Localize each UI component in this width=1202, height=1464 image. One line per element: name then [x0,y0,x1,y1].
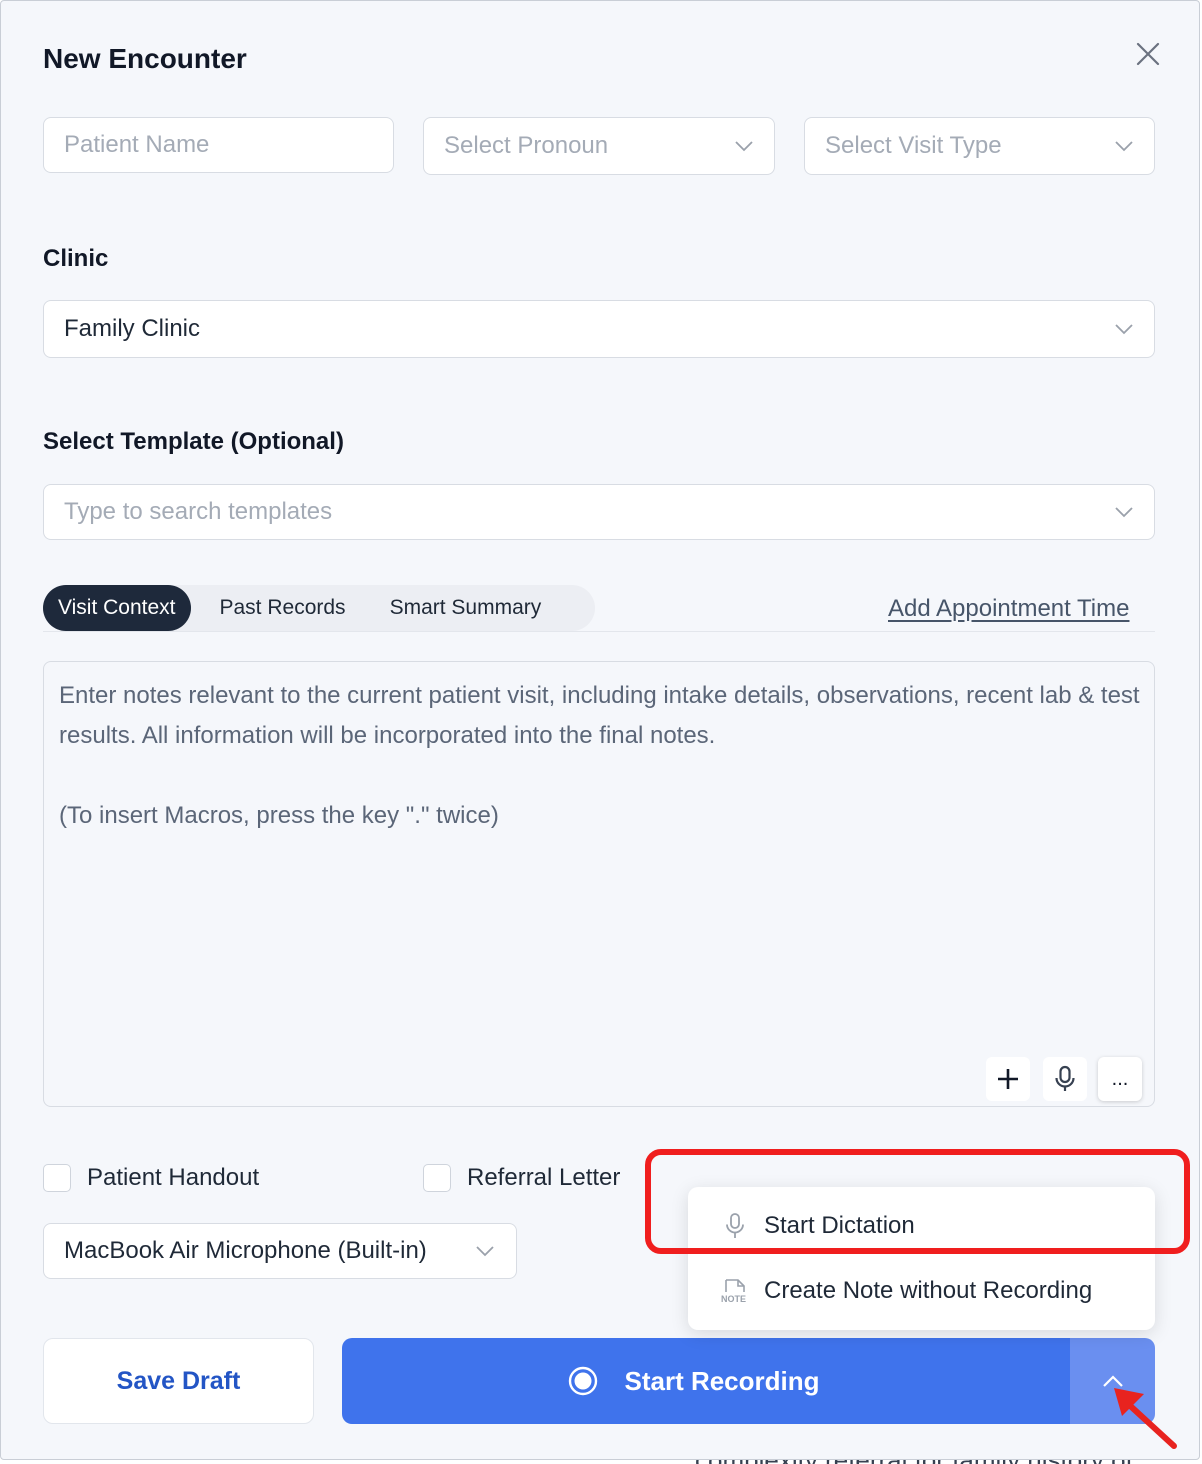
menu-item-start-dictation[interactable]: Start Dictation [688,1194,1155,1258]
clinic-label: Clinic [43,245,109,272]
chevron-down-icon [1115,324,1133,335]
visit-notes-textarea[interactable]: Enter notes relevant to the current pati… [43,661,1155,1107]
context-tabs: Visit Context Past Records Smart Summary [43,585,595,631]
add-button[interactable] [986,1057,1030,1101]
visit-type-placeholder: Select Visit Type [825,132,1002,159]
patient-name-placeholder: Patient Name [64,131,210,158]
patient-handout-option: Patient Handout [43,1164,259,1192]
notes-placeholder-line1: Enter notes relevant to the current pati… [59,682,1140,749]
tab-visit-context[interactable]: Visit Context [43,585,191,631]
pronoun-select[interactable]: Select Pronoun [423,117,775,175]
visit-type-select[interactable]: Select Visit Type [804,117,1155,175]
microphone-select[interactable]: MacBook Air Microphone (Built-in) [43,1223,517,1279]
patient-handout-label: Patient Handout [87,1164,260,1191]
clinic-value: Family Clinic [64,315,201,342]
microphone-icon [720,1212,750,1240]
more-options-button[interactable]: ... [1098,1057,1142,1101]
chevron-down-icon [1115,507,1133,518]
template-label: Select Template (Optional) [43,428,344,455]
record-icon [569,1366,598,1396]
add-appointment-time-link[interactable]: Add Appointment Time [888,595,1129,623]
pronoun-placeholder: Select Pronoun [444,132,609,159]
note-icon-text: NOTE [721,1294,746,1304]
start-dictation-label: Start Dictation [764,1212,915,1239]
save-draft-button[interactable]: Save Draft [43,1338,314,1424]
modal-title: New Encounter [43,43,247,74]
template-placeholder: Type to search templates [64,498,333,525]
more-icon: ... [1111,1067,1129,1090]
patient-handout-checkbox[interactable] [43,1164,71,1192]
referral-letter-checkbox[interactable] [423,1164,451,1192]
chevron-down-icon [476,1246,494,1257]
menu-item-create-note[interactable]: NOTE Create Note without Recording [688,1259,1155,1323]
recording-options-toggle[interactable] [1070,1338,1155,1424]
new-encounter-modal: New Encounter Patient Name Select Pronou… [0,0,1200,1460]
create-note-label: Create Note without Recording [764,1277,1093,1304]
clinic-select[interactable]: Family Clinic [43,300,1155,358]
chevron-down-icon [1115,141,1133,152]
tab-past-records[interactable]: Past Records [191,585,374,631]
referral-letter-label: Referral Letter [467,1164,621,1191]
microphone-icon [1055,1065,1075,1091]
plus-icon [998,1069,1018,1089]
microphone-value: MacBook Air Microphone (Built-in) [64,1237,427,1264]
chevron-down-icon [735,141,753,152]
start-recording-label: Start Recording [624,1365,820,1396]
close-icon[interactable] [1131,37,1165,71]
notes-placeholder: Enter notes relevant to the current pati… [59,676,1144,836]
template-search-input[interactable]: Type to search templates [43,484,1155,540]
patient-name-input[interactable]: Patient Name [43,117,394,173]
tab-smart-summary[interactable]: Smart Summary [374,585,558,631]
recording-options-menu: Start Dictation NOTE Create Note without… [688,1187,1155,1330]
notes-placeholder-line2: (To insert Macros, press the key "." twi… [59,802,499,829]
chevron-up-icon [1102,1375,1123,1387]
start-recording-button[interactable]: Start Recording [342,1338,1070,1424]
note-icon: NOTE [720,1278,750,1304]
referral-letter-option: Referral Letter [423,1164,620,1192]
dictate-notes-button[interactable] [1043,1057,1087,1101]
tabs-divider [43,631,1155,632]
